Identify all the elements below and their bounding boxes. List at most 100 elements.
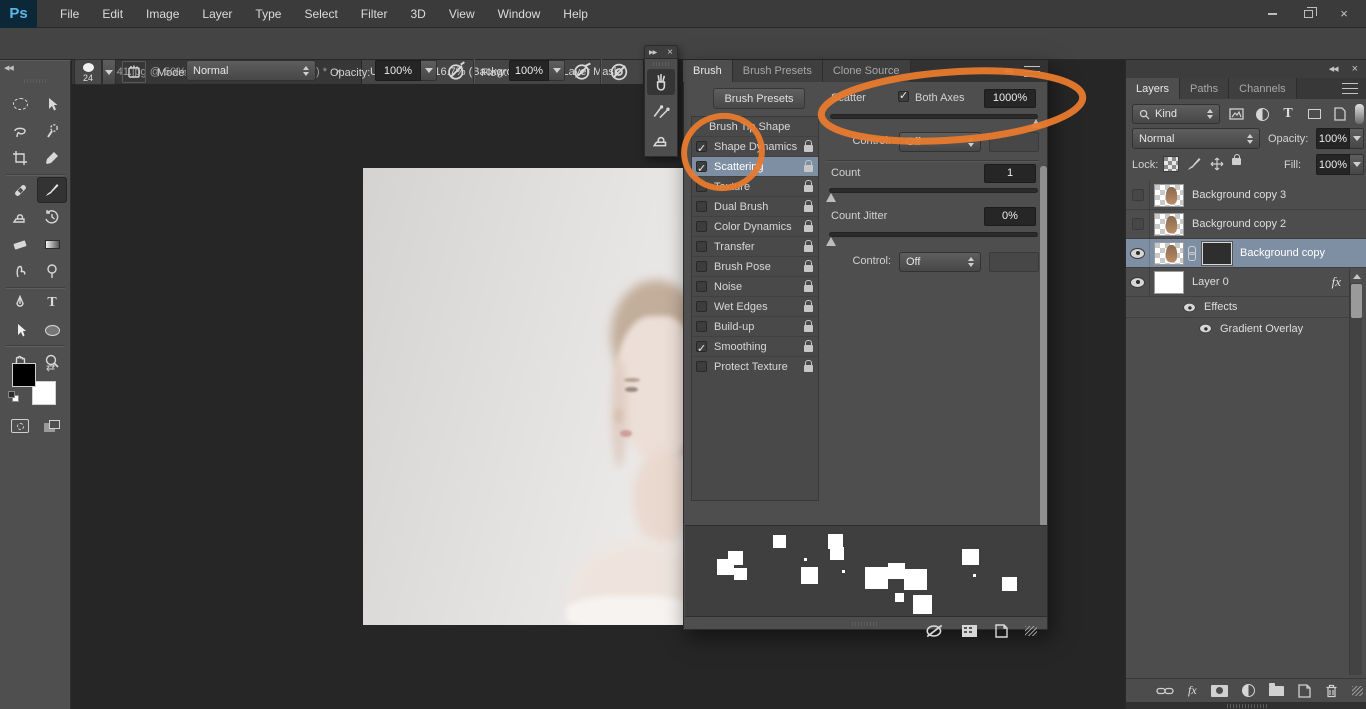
visibility-toggle[interactable] <box>1126 210 1150 238</box>
menu-layer[interactable]: Layer <box>202 7 232 21</box>
slider-thumb[interactable] <box>826 237 836 246</box>
lock-icon[interactable] <box>804 245 813 252</box>
option-color-dynamics[interactable]: Color Dynamics <box>692 217 818 237</box>
lock-icon[interactable] <box>804 265 813 272</box>
collapse-toolbar-icon[interactable]: ◀◀ <box>4 64 13 72</box>
new-layer-icon[interactable] <box>1298 684 1311 698</box>
layer-opacity-field[interactable]: 100% <box>1316 128 1350 149</box>
lock-transparency-icon[interactable] <box>1163 156 1179 172</box>
brush-tip-shape-item[interactable]: Brush Tip Shape <box>692 117 818 137</box>
blend-mode-dropdown[interactable]: Normal <box>186 60 316 81</box>
healing-brush-tool[interactable] <box>5 177 35 203</box>
lock-icon[interactable] <box>804 205 813 212</box>
brush-picker-dropdown[interactable] <box>102 59 116 85</box>
layer-blend-mode-dropdown[interactable]: Normal <box>1132 128 1260 149</box>
swap-colors-icon[interactable]: ⇄ <box>46 361 55 374</box>
count-value-field[interactable]: 1 <box>984 164 1036 183</box>
tab-brush[interactable]: Brush <box>683 60 733 82</box>
brush-presets-button[interactable]: Brush Presets <box>713 88 805 109</box>
menu-3d[interactable]: 3D <box>410 7 425 21</box>
quick-selection-tool[interactable] <box>37 118 67 144</box>
tab-layers[interactable]: Layers <box>1126 78 1180 99</box>
smudge-tool[interactable] <box>5 258 35 284</box>
count-slider[interactable] <box>829 188 1038 193</box>
menu-edit[interactable]: Edit <box>102 7 123 21</box>
minimize-button[interactable] <box>1256 5 1288 23</box>
mask-link-icon[interactable] <box>1186 246 1196 260</box>
type-tool[interactable]: T <box>37 290 67 316</box>
new-brush-icon[interactable] <box>994 624 1009 638</box>
document-canvas[interactable] <box>363 168 683 625</box>
lock-icon[interactable] <box>804 365 813 372</box>
option-wet-edges[interactable]: Wet Edges <box>692 297 818 317</box>
count-jitter-control-dropdown[interactable]: Off <box>899 252 981 272</box>
opacity-dropdown[interactable] <box>421 60 437 81</box>
checkbox-icon[interactable] <box>696 221 707 232</box>
menu-select[interactable]: Select <box>304 7 337 21</box>
pressure-size-icon[interactable] <box>608 61 630 83</box>
screen-mode-button[interactable] <box>37 413 67 439</box>
pressure-opacity-icon[interactable] <box>446 61 468 83</box>
tab-paths[interactable]: Paths <box>1180 78 1229 99</box>
lock-icon[interactable] <box>804 185 813 192</box>
lock-pixels-icon[interactable] <box>1186 156 1202 172</box>
menu-filter[interactable]: Filter <box>361 7 388 21</box>
scroll-up-button[interactable] <box>1350 269 1363 283</box>
eye-icon[interactable] <box>1200 325 1211 333</box>
panel-menu-icon[interactable] <box>1024 66 1040 77</box>
layer-opacity-dropdown[interactable] <box>1350 128 1364 149</box>
preset-texture-icon[interactable] <box>961 624 978 638</box>
eraser-tool[interactable] <box>5 231 35 257</box>
visibility-toggle[interactable] <box>1126 268 1150 296</box>
collapse-panel-icon[interactable]: ◀◀ <box>1003 67 1012 75</box>
menu-help[interactable]: Help <box>563 7 588 21</box>
slider-thumb[interactable] <box>826 193 836 202</box>
menu-view[interactable]: View <box>449 7 475 21</box>
shape-tool[interactable] <box>37 317 67 343</box>
scatter-control-dropdown[interactable]: Off <box>899 132 981 152</box>
menu-image[interactable]: Image <box>146 7 179 21</box>
eye-icon[interactable] <box>1184 303 1195 311</box>
panel-menu-icon[interactable] <box>1342 83 1358 94</box>
checkbox-icon[interactable] <box>696 281 707 292</box>
collapse-dock-icon[interactable]: ◀◀ <box>1329 65 1338 73</box>
add-mask-icon[interactable] <box>1211 685 1228 697</box>
move-tool[interactable] <box>37 91 67 117</box>
layer-row-background-copy-2[interactable]: Background copy 2 <box>1126 210 1366 239</box>
visibility-toggle[interactable] <box>1126 181 1150 209</box>
close-dock-icon[interactable]: × <box>667 47 673 58</box>
brush-panel-icon[interactable] <box>647 69 675 95</box>
both-axes-checkbox[interactable] <box>898 91 909 102</box>
option-texture[interactable]: Texture <box>692 177 818 197</box>
toolbar-grip[interactable] <box>24 79 48 83</box>
eyedropper-tool[interactable] <box>37 145 67 171</box>
filter-type-layers-icon[interactable]: T <box>1277 106 1299 122</box>
gradient-tool[interactable] <box>37 231 67 257</box>
brush-size-preview[interactable]: 24 <box>74 59 102 85</box>
layer-row-background-copy-selected[interactable]: Background copy <box>1126 239 1366 268</box>
new-group-icon[interactable] <box>1269 686 1284 696</box>
checkbox-checked-icon[interactable] <box>696 141 707 152</box>
fx-badge[interactable]: fx <box>1332 274 1341 290</box>
panel-scrollbar[interactable] <box>1040 166 1047 581</box>
expand-dock-icon[interactable]: ▶▶ <box>649 49 656 56</box>
layers-scrollbar-track[interactable] <box>1349 269 1362 675</box>
gradient-overlay-row[interactable]: Gradient Overlay <box>1126 318 1349 339</box>
menu-window[interactable]: Window <box>498 7 541 21</box>
flow-value-field[interactable]: 100% <box>509 60 549 81</box>
effects-row[interactable]: Effects <box>1126 297 1349 318</box>
clone-source-icon[interactable] <box>647 127 675 153</box>
restore-button[interactable] <box>1292 5 1324 23</box>
option-shape-dynamics[interactable]: Shape Dynamics <box>692 137 818 157</box>
option-noise[interactable]: Noise <box>692 277 818 297</box>
lasso-tool[interactable] <box>5 118 35 144</box>
checkbox-checked-icon[interactable] <box>696 161 707 172</box>
tab-channels[interactable]: Channels <box>1229 78 1296 99</box>
close-button[interactable]: × <box>1328 5 1360 23</box>
filter-pixel-layers-icon[interactable] <box>1225 104 1247 124</box>
kind-filter-dropdown[interactable]: Kind <box>1132 104 1220 124</box>
lock-icon[interactable] <box>804 325 813 332</box>
layer-row-background-copy-3[interactable]: Background copy 3 <box>1126 181 1366 210</box>
lock-all-icon[interactable] <box>1232 158 1241 165</box>
option-build-up[interactable]: Build-up <box>692 317 818 337</box>
